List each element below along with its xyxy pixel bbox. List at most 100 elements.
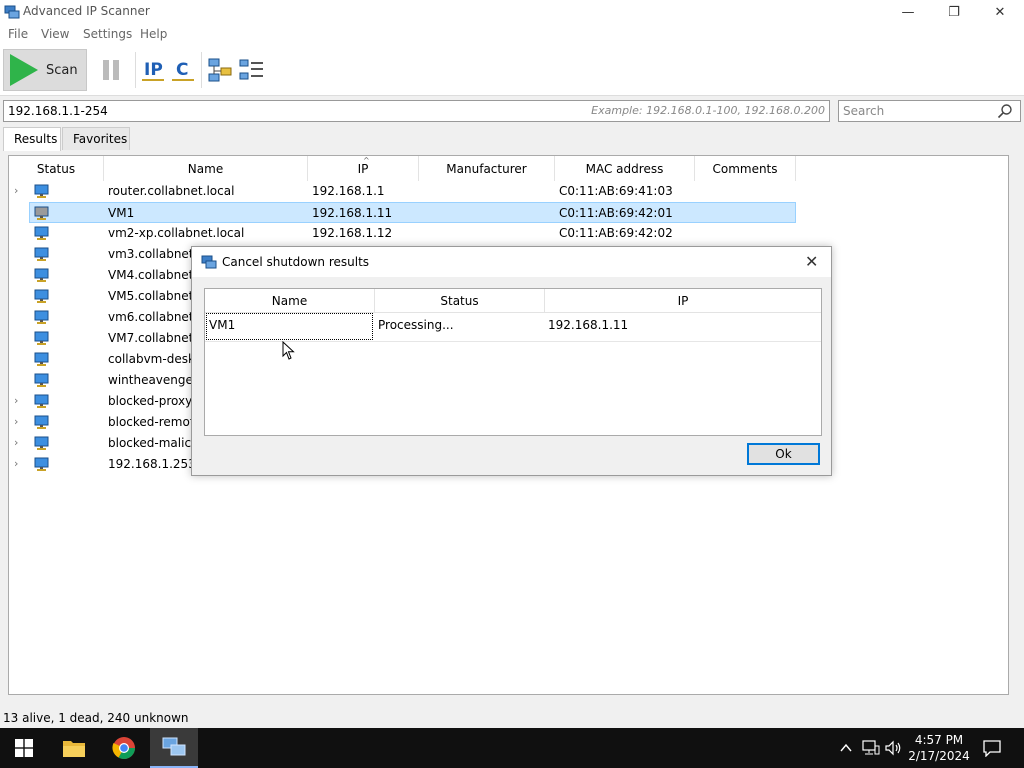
row-divider bbox=[205, 341, 821, 342]
mouse-cursor-icon bbox=[282, 341, 295, 360]
computer-icon bbox=[34, 206, 49, 220]
row-mac: C0:11:AB:69:41:03 bbox=[559, 184, 673, 198]
dialog-title-bar: Cancel shutdown results ✕ bbox=[192, 247, 831, 277]
computer-icon bbox=[34, 268, 49, 282]
column-comments[interactable]: Comments bbox=[695, 156, 796, 181]
column-mac[interactable]: MAC address bbox=[555, 156, 695, 181]
dialog-row-ip: 192.168.1.11 bbox=[548, 318, 629, 332]
row-name: VM1 bbox=[108, 206, 135, 220]
dialog-column-status[interactable]: Status bbox=[375, 289, 545, 313]
search-input[interactable]: Search bbox=[838, 100, 1021, 122]
row-mac: C0:11:AB:69:42:02 bbox=[559, 226, 673, 240]
title-bar: Advanced IP Scanner — ❐ ✕ bbox=[0, 0, 1024, 24]
row-name: router.collabnet.local bbox=[108, 184, 235, 198]
pause-icon bbox=[103, 60, 109, 80]
svg-text:C: C bbox=[176, 60, 188, 80]
row-name: blocked-malicio bbox=[108, 436, 192, 450]
column-name[interactable]: Name bbox=[104, 156, 308, 181]
menu-help[interactable]: Help bbox=[140, 27, 167, 41]
computer-icon bbox=[34, 310, 49, 324]
chevron-up-icon[interactable] bbox=[839, 741, 853, 755]
row-name: VM4.collabnet.lc bbox=[108, 268, 192, 282]
taskbar-file-explorer[interactable] bbox=[50, 728, 98, 768]
table-row[interactable]: › router.collabnet.local 192.168.1.1 C0:11:… bbox=[9, 181, 799, 202]
scan-button[interactable]: Scan bbox=[3, 49, 87, 91]
minimize-button[interactable]: — bbox=[885, 0, 931, 24]
row-name: 192.168.1.253 bbox=[108, 457, 192, 471]
toolbar-separator bbox=[201, 52, 202, 88]
tab-results[interactable]: Results bbox=[3, 127, 61, 151]
status-bar-text: 13 alive, 1 dead, 240 unknown bbox=[3, 711, 189, 725]
row-expander-icon[interactable]: › bbox=[14, 436, 18, 449]
chrome-icon bbox=[112, 737, 135, 759]
menu-settings[interactable]: Settings bbox=[83, 27, 132, 41]
window-title: Advanced IP Scanner bbox=[23, 4, 150, 18]
row-expander-icon[interactable]: › bbox=[14, 184, 18, 197]
sort-ascending-icon: ^ bbox=[363, 156, 370, 165]
row-name: blocked-proxy.c bbox=[108, 394, 192, 408]
clock-date: 2/17/2024 bbox=[908, 749, 970, 763]
menu-view[interactable]: View bbox=[41, 27, 69, 41]
notification-icon[interactable] bbox=[983, 739, 1001, 757]
menu-bar: File View Settings Help bbox=[0, 24, 1024, 44]
row-expander-icon[interactable]: › bbox=[14, 394, 18, 407]
close-button[interactable]: ✕ bbox=[977, 0, 1023, 24]
computer-icon bbox=[34, 415, 49, 429]
taskbar-chrome[interactable] bbox=[100, 728, 148, 768]
computer-icon bbox=[34, 184, 49, 198]
ok-button[interactable]: Ok bbox=[747, 443, 820, 465]
dialog-row-name: VM1 bbox=[209, 318, 236, 332]
row-ip: 192.168.1.12 bbox=[312, 226, 393, 240]
row-mac: C0:11:AB:69:42:01 bbox=[559, 206, 673, 220]
dialog-close-button[interactable]: ✕ bbox=[805, 252, 818, 271]
toolbar-separator bbox=[135, 52, 136, 88]
row-ip: 192.168.1.11 bbox=[312, 206, 393, 220]
toolbar: Scan IP C bbox=[0, 44, 1024, 96]
computer-icon bbox=[34, 394, 49, 408]
dialog-title: Cancel shutdown results bbox=[222, 255, 370, 269]
row-name: wintheavengers bbox=[108, 373, 192, 387]
computer-icon bbox=[34, 373, 49, 387]
dialog-column-name[interactable]: Name bbox=[205, 289, 375, 313]
taskbar: 4:57 PM 2/17/2024 bbox=[0, 728, 1024, 768]
windows-start-icon bbox=[15, 739, 33, 757]
dialog-column-ip[interactable]: IP bbox=[545, 289, 821, 313]
network-icon[interactable] bbox=[862, 740, 880, 756]
row-name: VM7.collabnet.lc bbox=[108, 331, 192, 345]
cancel-shutdown-dialog: Cancel shutdown results ✕ Name Status IP… bbox=[191, 246, 832, 476]
list-details-icon[interactable] bbox=[237, 56, 265, 84]
row-expander-icon[interactable]: › bbox=[14, 415, 18, 428]
ip-range-example: Example: 192.168.0.1-100, 192.168.0.200 bbox=[591, 104, 825, 117]
column-status[interactable]: Status bbox=[9, 156, 104, 181]
table-row[interactable]: VM1 192.168.1.11 C0:11:AB:69:42:01 bbox=[29, 202, 796, 223]
network-map-icon[interactable] bbox=[207, 56, 235, 84]
network-scanner-icon bbox=[4, 5, 20, 19]
computer-icon bbox=[34, 457, 49, 471]
clock-time: 4:57 PM bbox=[914, 733, 964, 747]
menu-file[interactable]: File bbox=[8, 27, 28, 41]
scan-label: Scan bbox=[46, 62, 78, 78]
computer-icon bbox=[34, 226, 49, 240]
table-row[interactable]: vm2-xp.collabnet.local 192.168.1.12 C0:11:… bbox=[9, 223, 799, 244]
search-icon[interactable] bbox=[997, 103, 1013, 119]
taskbar-advanced-ip-scanner[interactable] bbox=[150, 728, 198, 768]
tab-favorites[interactable]: Favorites bbox=[62, 127, 130, 150]
column-manufacturer[interactable]: Manufacturer bbox=[419, 156, 555, 181]
row-name: collabvm-deskto bbox=[108, 352, 192, 366]
row-name: VM5.collabnet.lc bbox=[108, 289, 192, 303]
computer-icon bbox=[34, 331, 49, 345]
row-name: vm3.collabnet.lc bbox=[108, 247, 192, 261]
advanced-ip-scanner-icon bbox=[162, 737, 186, 756]
dialog-results-list: Name Status IP VM1 Processing... 192.168… bbox=[204, 288, 822, 436]
maximize-button[interactable]: ❐ bbox=[931, 0, 977, 24]
c-icon[interactable]: C bbox=[169, 56, 197, 84]
network-scanner-icon bbox=[201, 255, 217, 269]
computer-icon bbox=[34, 352, 49, 366]
app-window: Advanced IP Scanner — ❐ ✕ File View Sett… bbox=[0, 0, 1024, 728]
computer-icon bbox=[34, 247, 49, 261]
ip-icon[interactable]: IP bbox=[139, 56, 167, 84]
taskbar-clock[interactable]: 4:57 PM 2/17/2024 bbox=[900, 732, 978, 764]
start-button[interactable] bbox=[0, 728, 48, 768]
pause-button[interactable] bbox=[94, 49, 128, 91]
row-expander-icon[interactable]: › bbox=[14, 457, 18, 470]
